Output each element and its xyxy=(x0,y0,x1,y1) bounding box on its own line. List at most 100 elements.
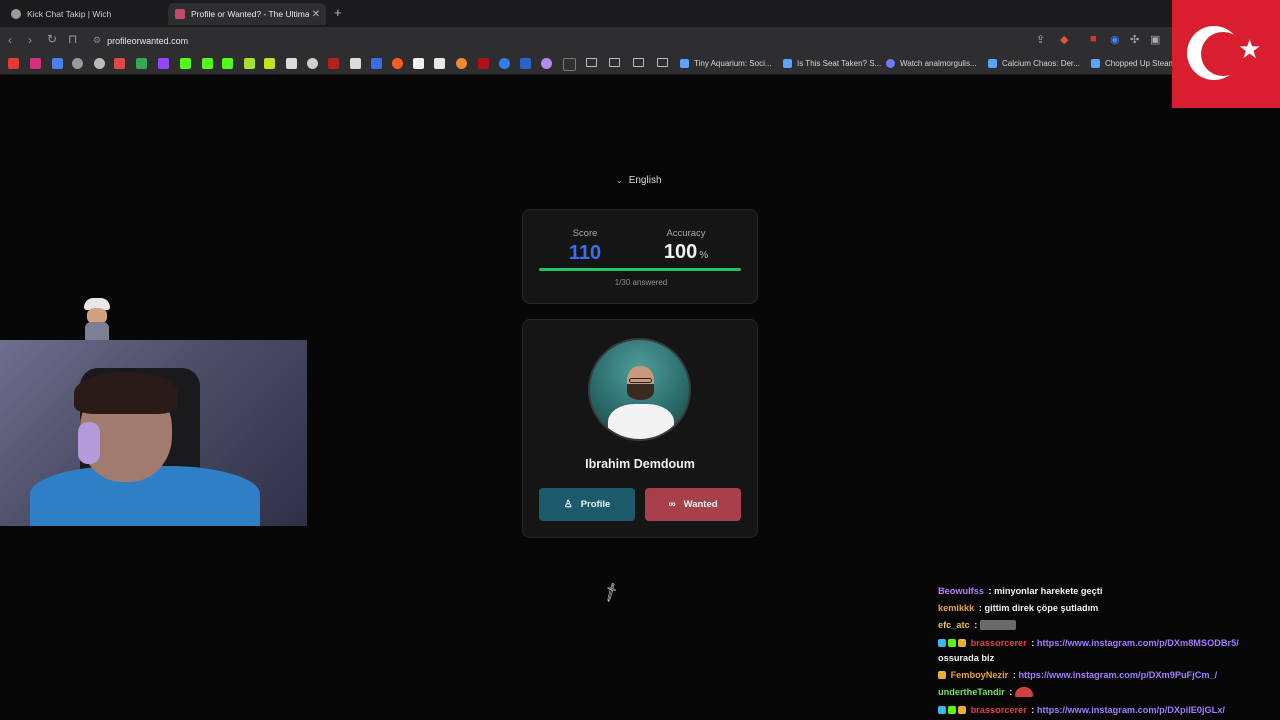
extension-puzzle-icon[interactable]: ✣ xyxy=(1130,33,1139,46)
reddit-icon[interactable] xyxy=(392,58,403,69)
anchor-icon[interactable] xyxy=(286,58,297,69)
extension-icon[interactable] xyxy=(541,58,552,69)
steam-icon xyxy=(680,59,689,68)
gmail-icon[interactable] xyxy=(114,58,125,69)
bookmark-link[interactable]: Is This Seat Taken? S... xyxy=(783,57,881,70)
extension-game-icon[interactable]: ▣ xyxy=(1150,33,1160,46)
chat-user: brassorcerer xyxy=(970,705,1027,715)
site-favicon-icon xyxy=(175,9,185,19)
globe-icon[interactable] xyxy=(72,58,83,69)
steam-icon xyxy=(988,59,997,68)
chat-user: efc_atc xyxy=(938,620,970,630)
navigation-bar: ‹ › ↻ ⊓ ⚙ profileorwanted.com ⇪ ◆ ■ ◉ ✣ … xyxy=(0,27,1280,54)
score-card: Score 110 Accuracy 100% 1/30 answered xyxy=(522,209,758,304)
chat-message: ossurada biz xyxy=(938,653,994,663)
extension-icon[interactable] xyxy=(520,58,531,69)
share-icon[interactable]: ⇪ xyxy=(1036,33,1045,46)
extension-icon[interactable] xyxy=(478,58,489,69)
globe-icon xyxy=(11,9,21,19)
forward-icon[interactable]: › xyxy=(28,33,32,47)
bookmark-link[interactable]: Tiny Aquarium: Soci... xyxy=(680,57,772,70)
folder-icon[interactable] xyxy=(657,58,668,67)
chat-overlay: Beowulfss : minyonlar harekete geçti kem… xyxy=(938,584,1280,720)
kick-icon[interactable] xyxy=(563,58,576,71)
steam-icon xyxy=(1091,59,1100,68)
chat-link[interactable]: https://www.instagram.com/p/DXm9PuFjCm_/ xyxy=(1018,670,1217,680)
chat-message: undertheTandir : xyxy=(938,687,1033,697)
globe-icon[interactable] xyxy=(94,58,105,69)
tab-bar: Kick Chat Takip | Wich Profile or Wanted… xyxy=(0,0,1280,27)
person-name: Ibrahim Demdoum xyxy=(585,457,695,471)
drive-icon[interactable] xyxy=(136,58,147,69)
person-card: Ibrahim Demdoum ♙ Profile ∞ Wanted xyxy=(522,319,758,538)
chat-link[interactable]: https://www.instagram.com/p/DXpiIE0jGLx/ xyxy=(1037,705,1225,715)
chat-message: brassorcerer : https://www.instagram.com… xyxy=(938,638,1239,648)
back-icon[interactable]: ‹ xyxy=(8,33,12,47)
extension-icon[interactable]: ■ xyxy=(1090,33,1097,45)
crown-badge-icon xyxy=(958,639,966,647)
extension-icon[interactable] xyxy=(371,58,382,69)
webcam-overlay xyxy=(0,340,307,526)
user-icon: ♙ xyxy=(563,499,573,510)
kick-icon[interactable] xyxy=(222,58,233,69)
tab-kick-chat[interactable]: Kick Chat Takip | Wich xyxy=(4,3,164,25)
chat-user: Beowulfss xyxy=(938,586,984,596)
chat-user: kemikkk xyxy=(938,603,975,613)
profile-button[interactable]: ♙ Profile xyxy=(539,488,635,521)
address-url: profileorwanted.com xyxy=(107,35,189,46)
crown-badge-icon xyxy=(958,706,966,714)
extension-icon[interactable] xyxy=(264,58,275,69)
youtube-icon[interactable] xyxy=(8,58,19,69)
extension-icon[interactable] xyxy=(244,58,255,69)
chat-message: FemboyNezir : https://www.instagram.com/… xyxy=(938,670,1217,680)
progress-fill xyxy=(539,268,741,271)
reload-icon[interactable]: ↻ xyxy=(47,32,57,46)
person-photo xyxy=(588,338,691,441)
folder-icon[interactable] xyxy=(633,58,644,67)
tab-title: Profile or Wanted? - The Ultimat xyxy=(191,9,309,19)
close-tab-icon[interactable]: ✕ xyxy=(309,9,323,20)
chat-link[interactable]: https://www.instagram.com/p/DXm8MSODBr5/ xyxy=(1037,638,1239,648)
bookmark-icon[interactable]: ⊓ xyxy=(68,32,77,46)
bookmark-link[interactable]: Watch analmorgulis... xyxy=(886,57,977,70)
play-icon[interactable] xyxy=(499,58,510,69)
new-tab-button[interactable]: + xyxy=(334,5,342,20)
chat-message: kemikkk : gittim direk çöpe şutladım xyxy=(938,603,1099,613)
score-label: Score xyxy=(572,228,598,239)
x-twitter-icon[interactable] xyxy=(350,58,361,69)
turkish-flag-overlay: ★ xyxy=(1172,0,1280,108)
amazon-icon[interactable] xyxy=(434,58,445,69)
chat-text: minyonlar harekete geçti xyxy=(994,586,1103,596)
bookmark-link[interactable]: Chopped Up Steam xyxy=(1091,57,1175,70)
kick-icon[interactable] xyxy=(202,58,213,69)
kick-icon[interactable] xyxy=(180,58,191,69)
answered-count: 1/30 answered xyxy=(614,278,668,287)
address-bar[interactable]: ⚙ profileorwanted.com xyxy=(90,31,1070,50)
chevron-down-icon: ⌄ xyxy=(616,176,623,185)
language-selector[interactable]: ⌄ English xyxy=(616,175,662,186)
tab-profile-or-wanted[interactable]: Profile or Wanted? - The Ultimat ✕ xyxy=(168,3,326,25)
patreon-icon[interactable] xyxy=(413,58,424,69)
folder-icon[interactable] xyxy=(586,58,597,67)
brave-shield-icon[interactable]: ◆ xyxy=(1060,33,1068,46)
profile-button-label: Profile xyxy=(580,499,611,510)
kick-badge-icon xyxy=(948,639,956,647)
twitch-icon[interactable] xyxy=(158,58,169,69)
folder-icon[interactable] xyxy=(609,58,620,67)
extension-icon[interactable] xyxy=(328,58,339,69)
accuracy-unit: % xyxy=(699,250,709,261)
badge-icon xyxy=(938,706,946,714)
chat-user: brassorcerer xyxy=(970,638,1027,648)
extension-audio-icon[interactable]: ◉ xyxy=(1110,33,1120,46)
extension-icon[interactable] xyxy=(456,58,467,69)
chat-user: FemboyNezir xyxy=(950,670,1009,680)
instagram-icon[interactable] xyxy=(30,58,41,69)
chatgpt-icon[interactable] xyxy=(307,58,318,69)
score-value: 110 xyxy=(568,242,602,264)
translate-icon[interactable] xyxy=(52,58,63,69)
emote-image xyxy=(1014,687,1033,697)
tab-title: Kick Chat Takip | Wich xyxy=(27,9,112,19)
site-info-icon[interactable]: ⚙ xyxy=(93,35,101,46)
wanted-button[interactable]: ∞ Wanted xyxy=(645,488,741,521)
bookmark-link[interactable]: Calcium Chaos: Der... xyxy=(988,57,1080,70)
